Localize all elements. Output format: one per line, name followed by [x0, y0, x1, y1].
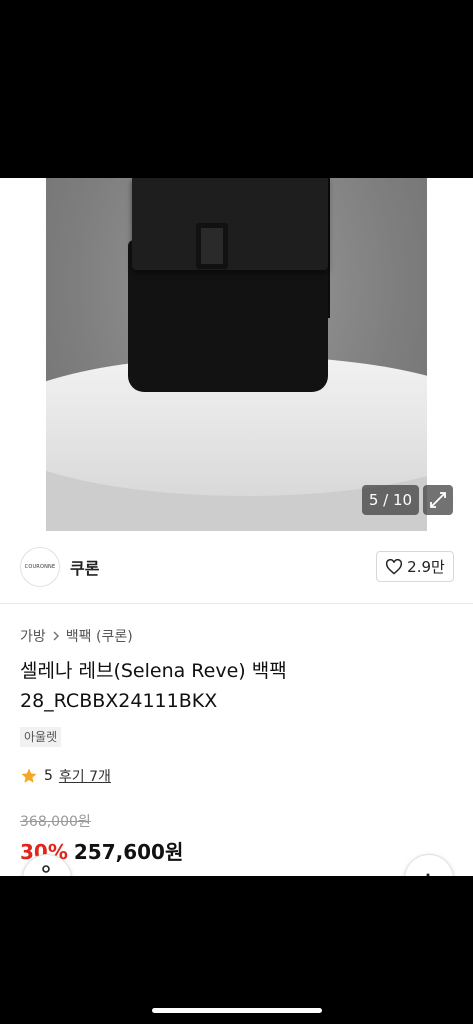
star-icon	[21, 768, 37, 783]
breadcrumb-item-backpack[interactable]: 백팩 (쿠론)	[66, 626, 133, 646]
like-count: 2.9만	[407, 558, 445, 576]
original-price: 368,000원	[20, 814, 91, 830]
image-counter: 5 / 10	[362, 485, 419, 515]
expand-button[interactable]	[423, 485, 453, 515]
rating-row: 5 후기 7개	[20, 766, 111, 786]
expand-icon	[430, 492, 446, 508]
brand-name[interactable]: 쿠론	[70, 555, 99, 579]
bag-clasp	[196, 223, 228, 269]
floating-scroll-button[interactable]	[404, 854, 454, 876]
brand-row[interactable]: COURONNE 쿠론 2.9만	[0, 531, 473, 604]
review-count-link[interactable]: 후기 7개	[59, 766, 111, 786]
sale-price: 257,600원	[73, 840, 184, 864]
breadcrumb-item-bag[interactable]: 가방	[20, 626, 46, 646]
share-icon	[42, 865, 50, 873]
like-button[interactable]: 2.9만	[376, 551, 454, 582]
bag-flap	[132, 178, 328, 270]
outlet-badge: 아울렛	[20, 727, 62, 747]
product-image-gallery[interactable]: 5 / 10	[0, 178, 473, 531]
arrow-icon	[426, 873, 430, 876]
chevron-right-icon	[53, 631, 59, 641]
home-indicator[interactable]	[152, 1008, 322, 1013]
product-detail-page: 5 / 10 COURONNE 쿠론 2.9만 가방 백팩 (쿠론) 셀레나 레…	[0, 178, 473, 876]
breadcrumb: 가방 백팩 (쿠론)	[20, 626, 133, 646]
floating-share-button[interactable]	[22, 854, 72, 876]
rating-value: 5	[44, 768, 53, 784]
product-title: 셀레나 레브(Selena Reve) 백팩 28_RCBBX24111BKX	[20, 660, 287, 712]
heart-outline-icon	[386, 558, 403, 575]
product-photo[interactable]	[46, 178, 427, 531]
brand-logo[interactable]: COURONNE	[20, 547, 60, 587]
